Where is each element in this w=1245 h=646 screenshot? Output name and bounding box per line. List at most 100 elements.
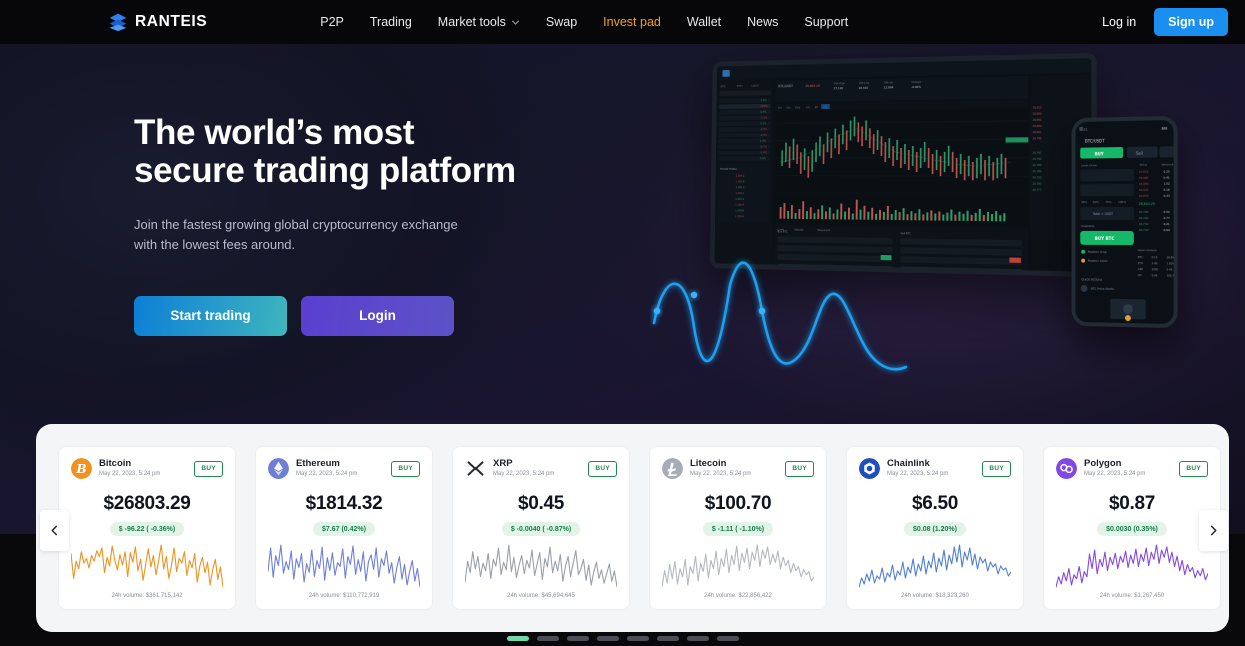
svg-text:24h High: 24h High (834, 81, 846, 85)
carousel-dot[interactable] (716, 636, 739, 641)
svg-text:1.2%: 1.2% (760, 98, 767, 102)
svg-text:26,730: 26,730 (1139, 222, 1149, 226)
svg-text:26,789: 26,789 (1032, 164, 1042, 167)
hero-copy: The world’s most secure trading platform… (134, 114, 604, 336)
coin-name: Litecoin (690, 458, 727, 470)
svg-text:1,261.2: 1,261.2 (735, 198, 744, 201)
header-actions: Log in Sign up (1094, 8, 1228, 36)
buy-button[interactable]: BUY (588, 460, 617, 477)
ethereum-icon (268, 458, 289, 479)
price-sparkline (71, 544, 223, 588)
svg-text:0.25: 0.25 (1164, 169, 1170, 173)
blue-wave-graphic (652, 261, 908, 371)
nav-item-support[interactable]: Support (791, 9, 861, 35)
main-navigation: P2P Trading Market tools Swap Invest pad… (307, 9, 861, 35)
hero-actions: Start trading Login (134, 295, 604, 336)
stacked-layers-icon (109, 13, 127, 32)
hero-login-button[interactable]: Login (301, 295, 454, 336)
coin-meta: XRP May 22, 2023, 5:24 pm (493, 458, 581, 478)
buy-button[interactable]: BUY (982, 460, 1011, 477)
start-trading-button[interactable]: Start trading (134, 295, 287, 336)
svg-text:26,900: 26,900 (1139, 188, 1149, 192)
nav-item-invest-pad[interactable]: Invest pad (590, 9, 674, 35)
login-link[interactable]: Log in (1094, 10, 1144, 34)
svg-text:-0.6%: -0.6% (760, 104, 768, 108)
carousel-dot[interactable] (566, 636, 589, 641)
buy-button[interactable]: BUY (194, 460, 223, 477)
svg-text:0.77: 0.77 (1164, 216, 1170, 220)
buy-button[interactable]: BUY (1179, 460, 1208, 477)
svg-text:75%: 75% (1105, 200, 1111, 204)
carousel-prev-button[interactable] (40, 510, 69, 551)
svg-text:1,263.8: 1,263.8 (736, 180, 745, 183)
buy-button[interactable]: BUY (391, 460, 420, 477)
nav-item-trading[interactable]: Trading (357, 9, 425, 35)
svg-text:26,798: 26,798 (1032, 137, 1042, 140)
coin-meta: Ethereum May 22, 2023, 5:24 pm (296, 458, 384, 478)
polygon-icon (1056, 458, 1077, 479)
market-card[interactable]: Chainlink May 22, 2023, 5:24 pm BUY $6.5… (846, 446, 1024, 610)
svg-text:12,894: 12,894 (884, 85, 894, 89)
svg-text:0.9%: 0.9% (760, 156, 767, 160)
market-card[interactable]: Polygon May 22, 2023, 5:24 pm BUY $0.87 … (1043, 446, 1221, 610)
hero-illustration: BTC ETH USDT 1.2% 0.4% 2.1% 1.8% 0.9% -0… (652, 49, 1178, 371)
svg-text:24h Vol: 24h Vol (884, 80, 894, 84)
coin-name: Bitcoin (99, 458, 132, 470)
svg-text:Wallet: Wallet (1166, 324, 1176, 328)
price-sparkline (465, 544, 617, 588)
market-card[interactable]: Ethereum May 22, 2023, 5:24 pm BUY $1814… (255, 446, 433, 610)
svg-text:1.02: 1.02 (1164, 182, 1170, 186)
signup-button[interactable]: Sign up (1154, 8, 1228, 36)
svg-text:26,795: 26,795 (1032, 152, 1042, 155)
card-header: XRP May 22, 2023, 5:24 pm BUY (465, 458, 617, 479)
svg-text:BUY: BUY (1095, 151, 1104, 156)
carousel-dot[interactable] (506, 636, 529, 641)
market-card[interactable]: Litecoin May 22, 2023, 5:24 pm BUY $100.… (649, 446, 827, 610)
nav-item-wallet[interactable]: Wallet (674, 9, 734, 35)
svg-text:Available: Available (1081, 224, 1094, 228)
svg-text:0.52: 0.52 (1164, 210, 1170, 214)
nav-item-p2p[interactable]: P2P (307, 9, 357, 35)
svg-text:1,259.6: 1,259.6 (735, 209, 744, 212)
svg-text:26,940: 26,940 (1139, 182, 1149, 186)
hero-subtitle: Join the fastest growing global cryptocu… (134, 215, 604, 255)
svg-text:Stop-limit: Stop-limit (817, 228, 830, 232)
svg-text:2.40: 2.40 (1152, 261, 1158, 265)
svg-text:26,980: 26,980 (1139, 176, 1149, 180)
coin-volume: 24h volume: $1,267,450 (1099, 593, 1165, 599)
svg-text:26,780: 26,780 (1032, 182, 1042, 185)
hero-subtitle-line-2: with the lowest fees around. (134, 236, 296, 252)
svg-text:26,803.29: 26,803.29 (1139, 202, 1155, 206)
coin-meta: Litecoin May 22, 2023, 5:24 pm (690, 458, 778, 478)
nav-item-swap[interactable]: Swap (533, 9, 590, 35)
carousel-dot[interactable] (656, 636, 679, 641)
logo[interactable]: RANTEIS (108, 12, 207, 32)
chainlink-icon (859, 458, 880, 479)
buy-button[interactable]: BUY (785, 460, 814, 477)
svg-text:Position long: Position long (1088, 250, 1107, 254)
carousel-dot[interactable] (596, 636, 619, 641)
svg-text:Market: Market (794, 228, 803, 232)
carousel-next-button[interactable] (1199, 510, 1228, 551)
carousel-dot[interactable] (686, 636, 709, 641)
nav-item-market-tools[interactable]: Market tools (425, 9, 533, 35)
nav-item-news[interactable]: News (734, 9, 791, 35)
coin-meta: Bitcoin May 22, 2023, 5:24 pm (99, 458, 187, 478)
hero-title-line-1: The world’s most (134, 113, 415, 152)
svg-text:BTC: BTC (1138, 255, 1143, 259)
coin-price: $26803.29 (103, 493, 191, 514)
market-card[interactable]: XRP May 22, 2023, 5:24 pm BUY $0.45 $ -0… (452, 446, 630, 610)
hero-title-line-2: secure trading platform (134, 150, 516, 190)
carousel-dot[interactable] (536, 636, 559, 641)
svg-text:-0.3%: -0.3% (760, 127, 768, 131)
svg-text:-0.7%: -0.7% (760, 145, 768, 149)
phone-mockup-image: 9:41 ▮▮▮ BTC/USDT BUY Sell Limit Order Pri… (1071, 115, 1178, 329)
card-header: Chainlink May 22, 2023, 5:24 pm BUY (859, 458, 1011, 479)
market-card[interactable]: B Bitcoin May 22, 2023, 5:24 pm BUY $268… (58, 446, 236, 610)
carousel-dot[interactable] (626, 636, 649, 641)
svg-text:0.41: 0.41 (1164, 175, 1170, 179)
coin-change-badge: $ -96.22 ( -0.36%) (109, 522, 185, 536)
coin-price: $1814.32 (305, 493, 383, 514)
svg-text:▮▮▮: ▮▮▮ (1162, 126, 1168, 130)
coin-meta: Polygon May 22, 2023, 5:24 pm (1084, 458, 1172, 478)
